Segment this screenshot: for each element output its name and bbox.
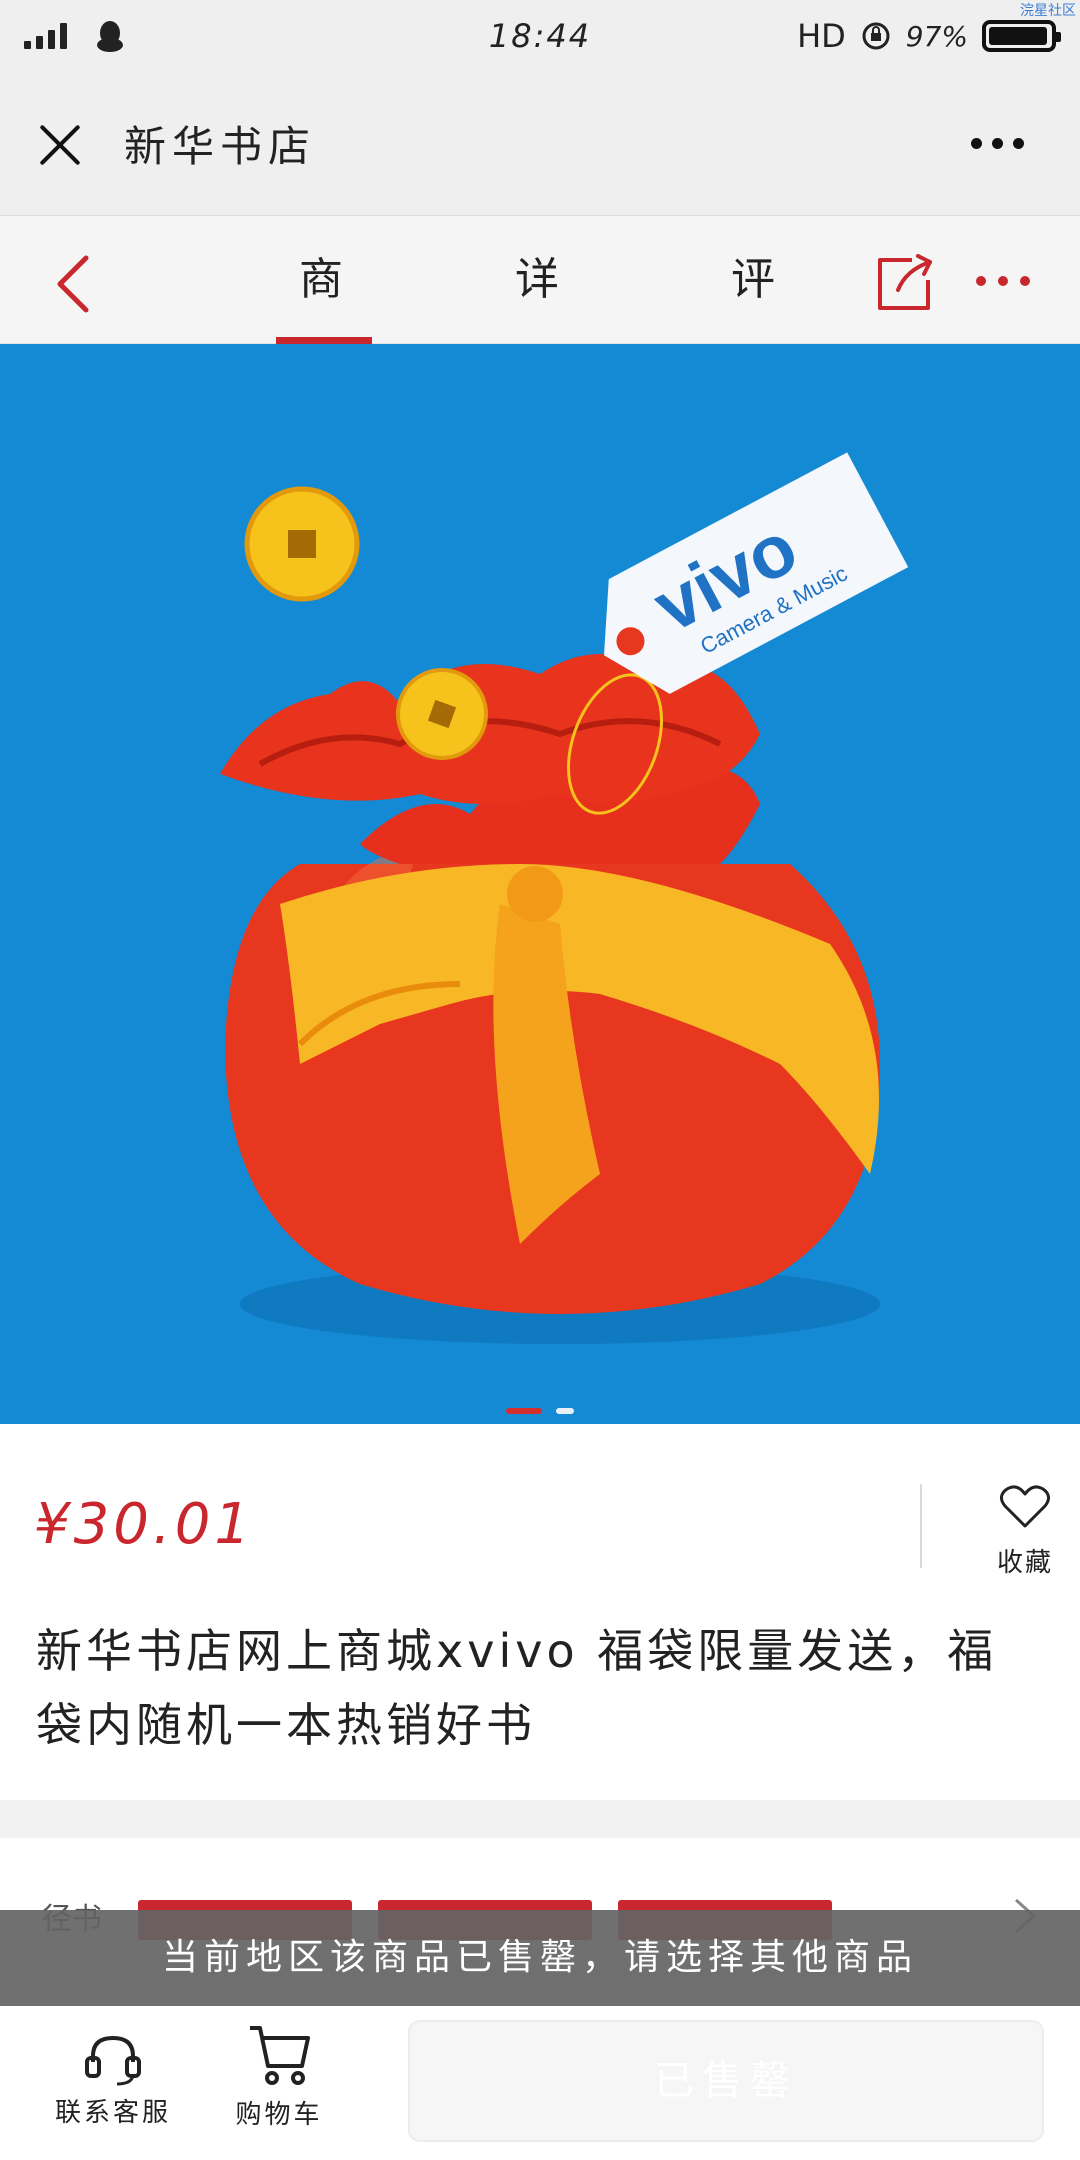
signal-icon [24,23,67,49]
nav-more-icon[interactable] [976,276,1030,286]
product-info: ¥30.01 收藏 新华书店网上商城xvivo 福袋限量发送，福袋内随机一本热销… [0,1424,1080,1800]
rotation-lock-icon [862,22,890,50]
tab-goods[interactable]: 商品 [276,216,372,433]
cart-button[interactable]: 购物车 [214,2022,344,2131]
customer-service-button[interactable]: 联系客服 [48,2030,178,2129]
favorite-label: 收藏 [996,1548,1053,1578]
cart-label: 购物车 [235,2100,323,2130]
app-title-bar: 新华书店 [0,72,1080,216]
sold-out-toast: 当前地区该商品已售罄，请选择其他商品 [0,1910,1080,2006]
product-title: 新华书店网上商城xvivo 福袋限量发送，福袋内随机一本热销好书 [36,1624,998,1752]
qq-penguin-icon [97,21,123,52]
share-icon[interactable] [872,250,936,314]
carousel-indicators [0,1408,1080,1414]
heart-icon [1000,1485,1050,1528]
favorite-button[interactable]: 收藏 [990,1484,1060,1579]
carousel-dot[interactable] [556,1408,574,1414]
close-icon[interactable] [36,120,84,168]
network-label: HD [797,17,846,55]
product-image-carousel[interactable]: vivo Camera & Music [0,344,1080,1424]
status-bar: 18:44 HD 97% 浣星社区 [0,0,1080,72]
back-arrow-icon[interactable] [50,254,100,314]
app-title: 新华书店 [124,122,317,171]
cart-icon [250,2026,310,2085]
sold-out-button[interactable]: 已售罄 [408,2020,1044,2142]
coin-icon [396,668,488,760]
divider [920,1484,922,1568]
tab-reviews[interactable]: 评价 [708,216,804,433]
lucky-bag-illustration: vivo Camera & Music [0,344,1080,1424]
bottom-action-bar: 联系客服 购物车 已售罄 [0,2006,1080,2160]
coin-icon [244,486,360,602]
product-nav: 商品 详情 评价 [0,216,1080,433]
more-options-icon[interactable] [971,138,1024,149]
product-page: 18:44 HD 97% 浣星社区 新华书店 商品 详情 评价 [0,0,1080,2160]
headset-icon [85,2035,141,2086]
customer-service-label: 联系客服 [54,2098,171,2128]
product-price: ¥30.01 [34,1492,254,1557]
battery-percent: 97% [905,19,968,53]
tab-details[interactable]: 详情 [492,216,588,433]
carousel-dot-active[interactable] [506,1408,542,1414]
battery-icon [982,20,1061,52]
